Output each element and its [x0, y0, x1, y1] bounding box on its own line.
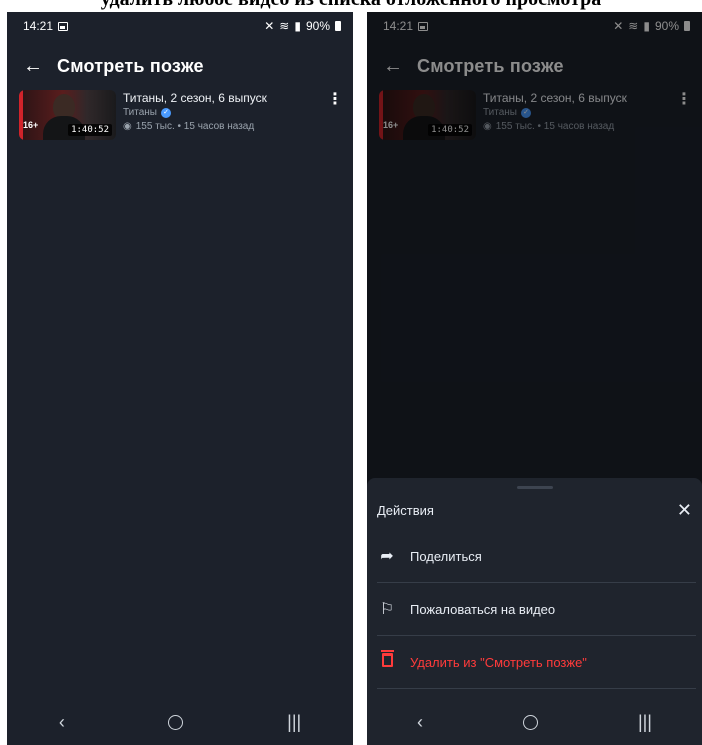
eye-icon: ◉ [123, 121, 132, 132]
actions-bottom-sheet: Действия ✕ ➦ Поделиться ⚐ Пожаловаться н… [367, 478, 702, 745]
gallery-notification-icon [58, 21, 69, 31]
video-title[interactable]: Титаны, 2 сезон, 6 выпуск [123, 91, 343, 105]
flag-icon: ⚐ [379, 601, 395, 618]
age-badge: 16+ [23, 120, 39, 130]
wifi-icon: ≋ [279, 19, 290, 33]
more-vert-icon[interactable]: ⋮ [327, 92, 343, 108]
status-bar: 14:21 ✕ ≋ ▮ 90% [7, 12, 353, 40]
status-time: 14:21 [23, 19, 54, 33]
video-stats: 155 тыс. • 15 часов назад [135, 121, 255, 132]
report-label: Пожаловаться на видео [410, 601, 556, 617]
video-duration: 1:40:52 [68, 124, 112, 136]
trash-icon [380, 649, 394, 667]
nav-back-icon[interactable]: ‹ [59, 712, 65, 733]
nav-home-icon[interactable] [522, 714, 538, 730]
mute-icon: ✕ [264, 19, 275, 33]
share-button[interactable]: ➦ Поделиться [377, 530, 696, 583]
remove-from-watch-later-button[interactable]: Удалить из "Смотреть позже" [377, 636, 696, 689]
nav-back-icon[interactable]: ‹ [417, 712, 423, 733]
system-nav-bar: ‹ ||| [367, 699, 702, 745]
signal-icon: ▮ [294, 19, 301, 33]
drag-handle[interactable] [516, 486, 553, 489]
nav-recents-icon[interactable]: ||| [287, 712, 301, 733]
share-icon: ➦ [380, 548, 394, 565]
instruction-caption: удалить любое видео из списка отложенног… [0, 0, 702, 12]
back-arrow-icon[interactable]: ← [23, 55, 57, 78]
report-video-button[interactable]: ⚐ Пожаловаться на видео [377, 583, 696, 636]
nav-recents-icon[interactable]: ||| [638, 712, 652, 733]
video-thumbnail[interactable]: 16+ 1:40:52 [19, 90, 116, 140]
sheet-title: Действия [377, 502, 434, 518]
page-title: Смотреть позже [57, 55, 204, 76]
list-item-video[interactable]: 16+ 1:40:52 Титаны, 2 сезон, 6 выпуск Ти… [19, 90, 343, 144]
battery-icon [335, 21, 341, 31]
screen-watch-later: 14:21 ✕ ≋ ▮ 90% ← Смотреть позже 16+ 1:4… [7, 12, 353, 745]
app-bar: ← Смотреть позже [7, 46, 353, 86]
close-icon[interactable]: ✕ [677, 500, 692, 521]
battery-level: 90% [305, 19, 330, 33]
system-nav-bar: ‹ ||| [7, 699, 353, 745]
screen-watch-later-actions: 14:21 ✕ ≋ ▮ 90% ← Смотреть позже 16+ 1:4… [367, 12, 702, 745]
verified-icon: ✓ [161, 107, 171, 118]
channel-name[interactable]: Титаны [123, 107, 157, 118]
nav-home-icon[interactable] [168, 714, 184, 730]
remove-label: Удалить из "Смотреть позже" [410, 654, 587, 670]
share-label: Поделиться [410, 548, 482, 564]
